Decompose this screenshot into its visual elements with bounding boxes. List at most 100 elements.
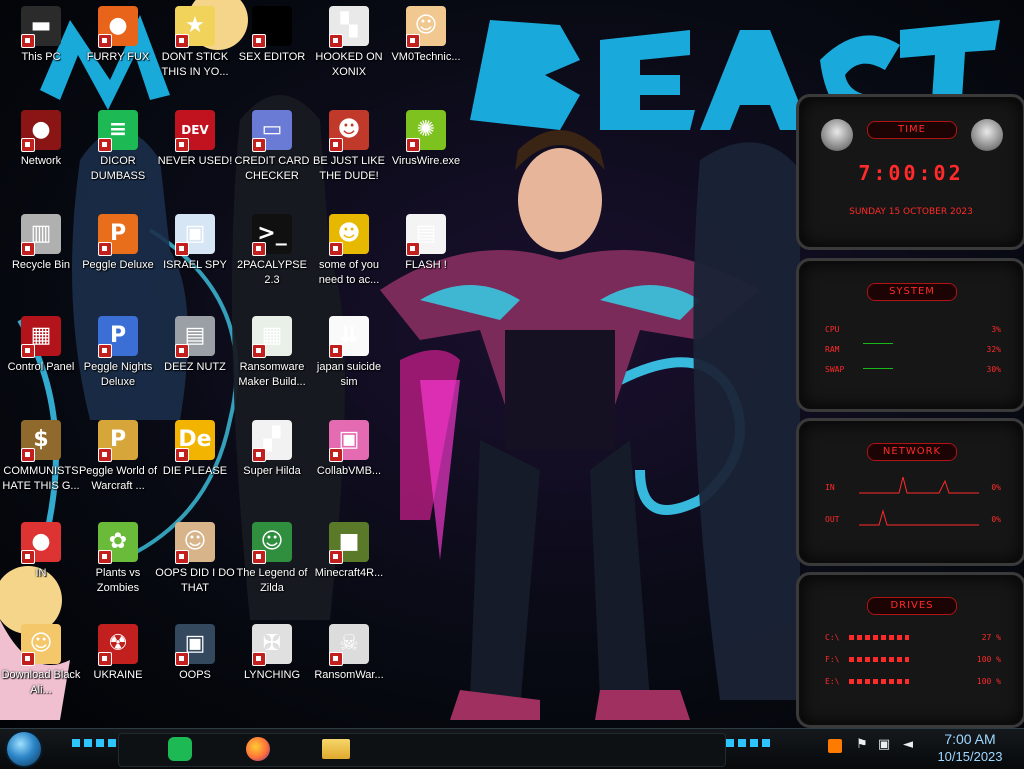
desktop-icon-label: DICOR DUMBASS [90, 155, 146, 182]
desktop-icon-image: ☺ [175, 522, 215, 564]
firefox-taskbar-button[interactable] [234, 731, 282, 767]
alien-logo-icon [971, 119, 1003, 151]
drive-f-label: F:\ [825, 655, 840, 664]
ram-value: 32% [986, 345, 1001, 354]
desktop-icon[interactable]: ☺ VM0Technic... [385, 6, 467, 65]
desktop-icon[interactable]: ▣ OOPS [154, 624, 236, 683]
desktop-icon[interactable]: ■ Minecraft4R... [308, 522, 390, 581]
desktop-icon[interactable]: ● FURRY FUX [77, 6, 159, 65]
desktop-icon[interactable]: ☺ Download Black Ali... [0, 624, 82, 698]
desktop-icon[interactable]: ▥ Recycle Bin [0, 214, 82, 273]
network-icon[interactable]: ▣ [876, 737, 892, 753]
desktop-icon[interactable]: SEX EDITOR [231, 6, 313, 65]
desktop-icon-label: HOOKED ON XONIX [315, 51, 383, 78]
desktop-icon[interactable]: ● IN [0, 522, 82, 581]
shortcut-badge-icon [252, 34, 266, 48]
desktop-icon[interactable]: ▬ This PC [0, 6, 82, 65]
taskbar: ▤ ⚑ ▣ ◄ 7:00 AM 10/15/2023 [0, 728, 1024, 769]
desktop-icon[interactable]: $ COMMUNISTS HATE THIS G... [0, 420, 82, 494]
desktop-icon[interactable]: ☢ UKRAINE [77, 624, 159, 683]
desktop-icon[interactable]: ▚ HOOKED ON XONIX [308, 6, 390, 80]
desktop-icon-image: ▥ [21, 214, 61, 256]
drive-e-label: E:\ [825, 677, 840, 686]
desktop-icon[interactable]: ✺ VirusWire.exe [385, 110, 467, 169]
start-button[interactable] [7, 732, 41, 766]
desktop-icon-image: De [175, 420, 215, 462]
desktop-icon-label: Peggle Deluxe [82, 259, 154, 271]
file-explorer-taskbar-button[interactable] [312, 731, 360, 767]
desktop-icon-image: ● [21, 522, 61, 564]
desktop-icon-image: ✠ [252, 624, 292, 666]
desktop-icon-label: Ransomware Maker Build... [238, 361, 306, 388]
tray-app-orange-icon[interactable] [828, 739, 842, 753]
shortcut-badge-icon [329, 34, 343, 48]
swap-value: 30% [986, 365, 1001, 374]
desktop-icon[interactable]: ▤ FLASH ! [385, 214, 467, 273]
desktop-icon-label: OOPS [179, 669, 211, 681]
drive-e-row: E:\ 100 % [825, 677, 1001, 686]
desktop-icon[interactable]: ⇊ japan suicide sim [308, 316, 390, 390]
desktop-icon[interactable]: ☻ some of you need to ac... [308, 214, 390, 288]
desktop-icon-label: 2PACALYPSE 2.3 [237, 259, 307, 286]
shortcut-badge-icon [98, 34, 112, 48]
shortcut-badge-icon [21, 550, 35, 564]
desktop-icon[interactable]: ☻ BE JUST LIKE THE DUDE! [308, 110, 390, 184]
desktop-icon[interactable]: ▣ ISRAEL SPY [154, 214, 236, 273]
desktop-icon-label: IN [35, 567, 47, 579]
desktop-icon[interactable]: ▣ CollabVMB... [308, 420, 390, 479]
shortcut-badge-icon [21, 242, 35, 256]
desktop-icon[interactable]: DEV NEVER USED! [154, 110, 236, 169]
cpu-row: CPU 3% [825, 325, 1001, 334]
desktop-icon[interactable]: P Peggle Deluxe [77, 214, 159, 273]
desktop-icon[interactable]: ☠ RansomWar... [308, 624, 390, 683]
desktop-icon-label: DONT STICK THIS IN YO... [161, 51, 229, 78]
desktop-icon-label: some of you need to ac... [318, 259, 380, 286]
desktop-icon[interactable]: ● Network [0, 110, 82, 169]
network-graph [859, 476, 979, 526]
desktop-icon[interactable]: ☺ OOPS DID I DO THAT [154, 522, 236, 596]
desktop-icon[interactable]: ▤ DEEZ NUTZ [154, 316, 236, 375]
desktop-icon[interactable]: De DIE PLEASE [154, 420, 236, 479]
volume-icon[interactable]: ◄ [900, 737, 916, 753]
desktop-icon-label: COMMUNISTS HATE THIS G... [2, 465, 80, 492]
desktop-icon[interactable]: P Peggle Nights Deluxe [77, 316, 159, 390]
desktop-icon[interactable]: ☺ The Legend of Zilda [231, 522, 313, 596]
shortcut-badge-icon [252, 652, 266, 666]
desktop-icon[interactable]: ▦ Control Panel [0, 316, 82, 375]
desktop-icon-image: ● [21, 110, 61, 152]
desktop-icon-image: ★ [175, 6, 215, 48]
desktop-icon-image: P [98, 214, 138, 256]
drive-c-label: C:\ [825, 633, 840, 642]
desktop-icon-image: ⇊ [329, 316, 369, 358]
spotify-taskbar-button[interactable] [156, 731, 204, 767]
desktop-icon[interactable]: ▦ Ransomware Maker Build... [231, 316, 313, 390]
desktop-icon[interactable]: ★ DONT STICK THIS IN YO... [154, 6, 236, 80]
desktop-icon[interactable]: >_ 2PACALYPSE 2.3 [231, 214, 313, 288]
desktop-icon-image: ▦ [21, 316, 61, 358]
shortcut-badge-icon [252, 138, 266, 152]
time-gadget: TIME 7:00:02 SUNDAY 15 OCTOBER 2023 [796, 94, 1024, 250]
taskbar-decor-left [72, 739, 116, 747]
shortcut-badge-icon [175, 448, 189, 462]
drive-f-bar [849, 657, 909, 662]
desktop-icon-image: ☻ [329, 214, 369, 256]
drive-f-row: F:\ 100 % [825, 655, 1001, 664]
desktop-icon[interactable]: ▭ CREDIT CARD CHECKER [231, 110, 313, 184]
desktop-icon-image: DEV [175, 110, 215, 152]
desktop-icon[interactable]: P Peggle World of Warcraft ... [77, 420, 159, 494]
shortcut-badge-icon [175, 550, 189, 564]
desktop-icon-image: ☢ [98, 624, 138, 666]
drive-c-value: 27 % [981, 633, 1001, 642]
desktop-icon-label: FLASH ! [405, 259, 447, 271]
desktop-icon-label: The Legend of Zilda [236, 567, 308, 594]
desktop-icon[interactable]: ▞ Super Hilda [231, 420, 313, 479]
flag-icon[interactable]: ⚑ [854, 737, 870, 753]
desktop-icon[interactable]: ✠ LYNCHING [231, 624, 313, 683]
shortcut-badge-icon [329, 138, 343, 152]
shortcut-badge-icon [406, 242, 420, 256]
cpu-value: 3% [991, 325, 1001, 334]
drive-e-bar [849, 679, 909, 684]
desktop-icon[interactable]: ≡ DICOR DUMBASS [77, 110, 159, 184]
desktop-icon[interactable]: ✿ Plants vs Zombies [77, 522, 159, 596]
taskbar-clock[interactable]: 7:00 AM 10/15/2023 [920, 730, 1020, 766]
